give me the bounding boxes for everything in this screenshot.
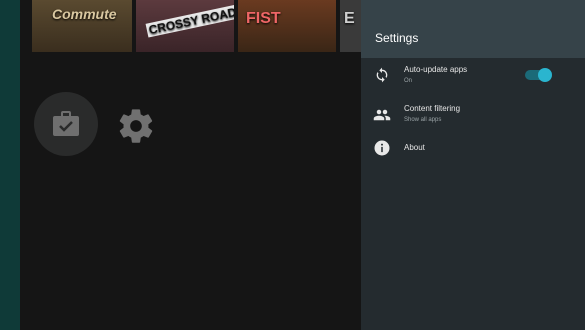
panel-title: Settings [375,31,419,45]
gear-icon[interactable] [116,106,156,146]
app-tile-partial[interactable]: E [340,0,361,52]
app-tile-title: CROSSY ROAD [145,4,234,38]
settings-panel: Settings Auto-update apps On Content fil… [361,0,585,330]
app-tile-commute[interactable]: Commute [32,0,132,52]
app-tile-fist[interactable]: FIST [238,0,336,52]
sync-icon [371,64,393,86]
auto-update-toggle[interactable] [525,68,552,82]
left-edge-strip [0,0,20,330]
settings-item-content-filtering[interactable]: Content filtering Show all apps [361,100,585,136]
settings-item-label: Auto-update apps [404,65,468,74]
settings-item-about[interactable]: About [361,137,585,173]
apps-button[interactable] [34,92,98,156]
briefcase-check-icon [53,111,79,136]
app-tiles-row: Commute CROSSY ROAD FIST E [20,0,361,52]
settings-item-auto-update[interactable]: Auto-update apps On [361,60,585,96]
settings-item-label: Content filtering [404,104,461,113]
app-tile-title: Commute [52,6,117,22]
settings-item-label: About [404,143,425,152]
people-icon [371,104,393,126]
app-tile-title: FIST [246,10,281,27]
info-icon [371,137,393,159]
settings-item-sublabel: Show all apps [404,117,442,123]
toggle-knob [538,68,552,82]
app-tile-title: E [344,10,355,27]
app-tile-crossy-road[interactable]: CROSSY ROAD [136,0,234,52]
settings-header: Settings [361,0,585,58]
settings-item-sublabel: On [404,78,413,84]
